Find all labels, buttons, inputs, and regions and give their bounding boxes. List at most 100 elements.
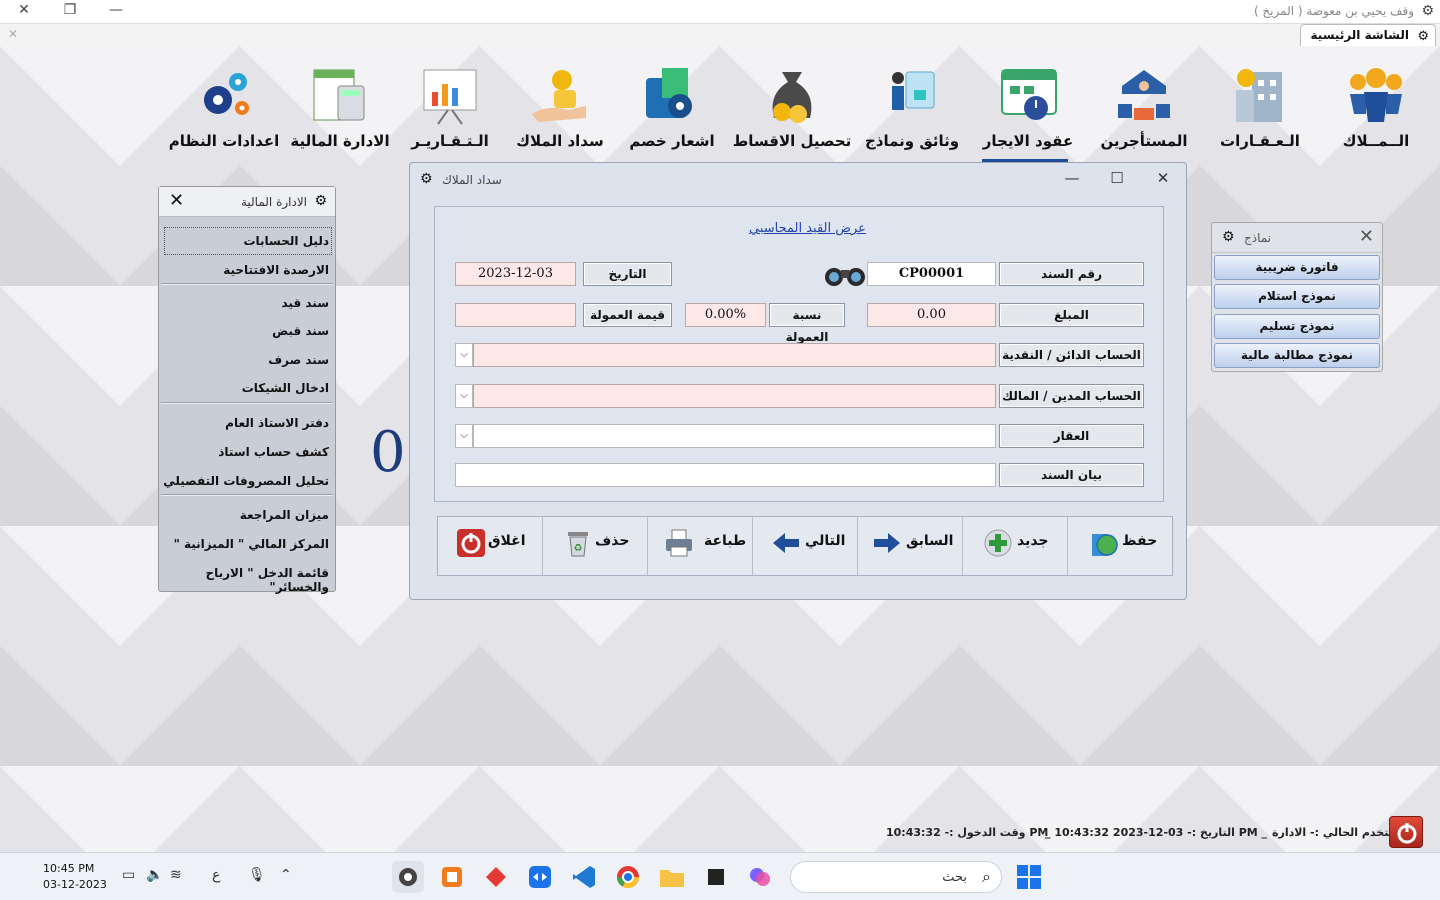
fin-item-receipt-voucher[interactable]: سند قبض	[159, 324, 329, 338]
fin-item-cheques-entry[interactable]: ادخال الشيكات	[159, 381, 329, 395]
copilot-icon[interactable]	[744, 861, 776, 893]
file-explorer-icon[interactable]	[656, 861, 688, 893]
menu-label: الــمــلاك	[1342, 132, 1410, 150]
terminal-icon[interactable]	[700, 861, 732, 893]
menu-label: اعدادات النظام	[168, 132, 280, 150]
minimize-window-button[interactable]: —	[104, 2, 128, 18]
volume-icon[interactable]: 🔈	[146, 867, 163, 883]
delete-button[interactable]: ♻ حذف	[543, 517, 648, 575]
window-title: وقف يحيي بن معوضة ( المريخ )	[1253, 4, 1414, 18]
fin-item-income-statement[interactable]: قائمة الدخل " الارباح والخسائر"	[159, 566, 329, 594]
teamviewer-icon[interactable]	[524, 861, 556, 893]
tab-label: الشاشة الرئيسية	[1310, 28, 1409, 42]
button-label: حذف	[595, 533, 630, 549]
window-titlebar: ✕ ❐ — وقف يحيي بن معوضة ( المريخ ) ⚙	[0, 0, 1440, 24]
recycle-bin-icon: ♻	[563, 528, 593, 558]
taskbar-clock[interactable]: 10:45 PM 03-12-2023	[43, 861, 107, 893]
chevron-up-icon[interactable]: ⌃	[280, 867, 292, 883]
chevron-down-icon[interactable]: ⌵	[455, 343, 473, 367]
models-panel: ✕ نماذج ⚙ فاتورة ضريبية نموذج استلام نمو…	[1211, 222, 1383, 372]
restore-window-button[interactable]: ❐	[58, 2, 82, 18]
date-field[interactable]: 2023-12-03	[455, 262, 576, 286]
app-orange-icon[interactable]	[436, 861, 468, 893]
menu-installments-collection[interactable]: تحصيل الاقساط	[732, 64, 852, 150]
menu-properties[interactable]: الـعـقـارات	[1200, 64, 1320, 150]
show-journal-entry-link[interactable]: عرض القيد المحاسبي	[749, 221, 866, 236]
close-window-button[interactable]: ✕	[12, 2, 36, 18]
debit-account-select[interactable]	[473, 384, 996, 408]
fin-item-general-ledger[interactable]: دفتر الاستاذ العام	[159, 416, 329, 430]
fin-item-balance-sheet[interactable]: المركز المالي " الميزانية "	[159, 537, 329, 551]
battery-icon[interactable]: ▭	[122, 867, 135, 883]
binoculars-icon[interactable]	[823, 262, 867, 288]
tab-main-screen[interactable]: ⚙ الشاشة الرئيسية	[1299, 24, 1436, 46]
statement-label: بيان السند	[999, 463, 1144, 487]
new-button[interactable]: جديد	[963, 517, 1068, 575]
property-label: العقار	[999, 424, 1144, 448]
maximize-button[interactable]: ☐	[1107, 169, 1127, 187]
save-button[interactable]: حفظ	[1068, 517, 1173, 575]
voucher-no-field[interactable]: CP00001	[867, 262, 996, 286]
previous-button[interactable]: السابق	[858, 517, 963, 575]
menu-financial-management[interactable]: الادارة المالية	[280, 64, 400, 150]
power-icon[interactable]	[1389, 816, 1423, 848]
statement-field[interactable]	[455, 463, 996, 487]
tax-invoice-button[interactable]: فاتورة ضريبية	[1214, 255, 1380, 280]
fin-item-chart-of-accounts[interactable]: دليل الحسابات	[159, 234, 329, 248]
menu-lease-contracts[interactable]: عقود الايجار	[968, 64, 1088, 150]
fin-item-expense-analysis[interactable]: تحليل المصروفات التفصيلي	[159, 474, 329, 488]
fin-item-payment-voucher[interactable]: سند صرف	[159, 353, 329, 367]
wifi-icon[interactable]: ≋	[170, 867, 182, 883]
dialog-toolbar: اغلاق ♻ حذف طباعة التالي السابق جديد حفظ	[437, 516, 1173, 576]
taskbar-search[interactable]: ⌕ بحث	[790, 861, 1002, 893]
menu-owners[interactable]: الــمــلاك	[1316, 64, 1436, 150]
credit-account-select[interactable]	[473, 343, 996, 367]
debit-account-label: الحساب المدين / المالك	[999, 384, 1144, 408]
delivery-form-button[interactable]: نموذج تسليم	[1214, 314, 1380, 339]
language-indicator[interactable]: ع	[212, 867, 220, 883]
minimize-button[interactable]: —	[1062, 169, 1082, 187]
menu-reports[interactable]: الـتـقـاريـر	[390, 64, 510, 150]
print-button[interactable]: طباعة	[648, 517, 753, 575]
amount-field[interactable]: 0.00	[867, 303, 996, 327]
close-icon[interactable]: ✕	[169, 190, 184, 211]
commission-value-field[interactable]	[455, 303, 576, 327]
menu-discount-notice[interactable]: اشعار خصم	[612, 64, 732, 150]
next-button[interactable]: التالي	[753, 517, 858, 575]
fin-item-trial-balance[interactable]: ميزان المراجعة	[159, 508, 329, 522]
button-label: التالي	[805, 533, 846, 549]
commission-rate-field[interactable]: 0.00%	[685, 303, 766, 327]
fin-item-account-statement[interactable]: كشف حساب استاذ	[159, 445, 329, 459]
close-record-button[interactable]: اغلاق	[438, 517, 543, 575]
fin-item-journal-voucher[interactable]: سند قيد	[159, 296, 330, 310]
button-label: السابق	[906, 533, 954, 549]
vscode-icon[interactable]	[568, 861, 600, 893]
app-red-diamond-icon[interactable]	[480, 861, 512, 893]
button-label: جديد	[1017, 533, 1049, 549]
fin-item-opening-balances[interactable]: الارصدة الافتتاحية	[159, 263, 329, 277]
receipt-form-button[interactable]: نموذج استلام	[1214, 284, 1380, 309]
property-select[interactable]	[473, 424, 996, 448]
waqf-app-icon[interactable]	[392, 861, 424, 893]
panel-title: الادارة المالية	[240, 195, 307, 209]
button-label: حفظ	[1122, 533, 1158, 549]
chevron-down-icon[interactable]: ⌵	[455, 424, 473, 448]
save-globe-icon	[1090, 528, 1120, 558]
microphone-icon[interactable]: 🎙	[248, 867, 266, 883]
close-icon[interactable]: ✕	[1359, 226, 1374, 247]
hand-coins-icon	[528, 64, 592, 126]
close-button[interactable]: ✕	[1153, 169, 1173, 187]
menu-documents-forms[interactable]: وثائق ونماذج	[852, 64, 972, 150]
current-datetime: _ التاريخ :- 03-12-2023 10:43:32 PM _	[1045, 826, 1268, 839]
dialog-form: عرض القيد المحاسبي رقم السند CP00001 الت…	[434, 206, 1164, 502]
date-label: التاريخ	[583, 262, 672, 286]
menu-owner-payment[interactable]: سداد الملاك	[500, 64, 620, 150]
chrome-icon[interactable]	[612, 861, 644, 893]
printer-icon	[664, 528, 694, 558]
close-icon[interactable]: ✕	[8, 27, 18, 41]
financial-claim-form-button[interactable]: نموذج مطالبة مالية	[1214, 343, 1380, 368]
menu-system-settings[interactable]: اعدادات النظام	[164, 64, 284, 150]
windows-start-icon[interactable]	[1017, 865, 1041, 889]
chevron-down-icon[interactable]: ⌵	[455, 384, 473, 408]
menu-tenants[interactable]: المستأجرين	[1084, 64, 1204, 150]
